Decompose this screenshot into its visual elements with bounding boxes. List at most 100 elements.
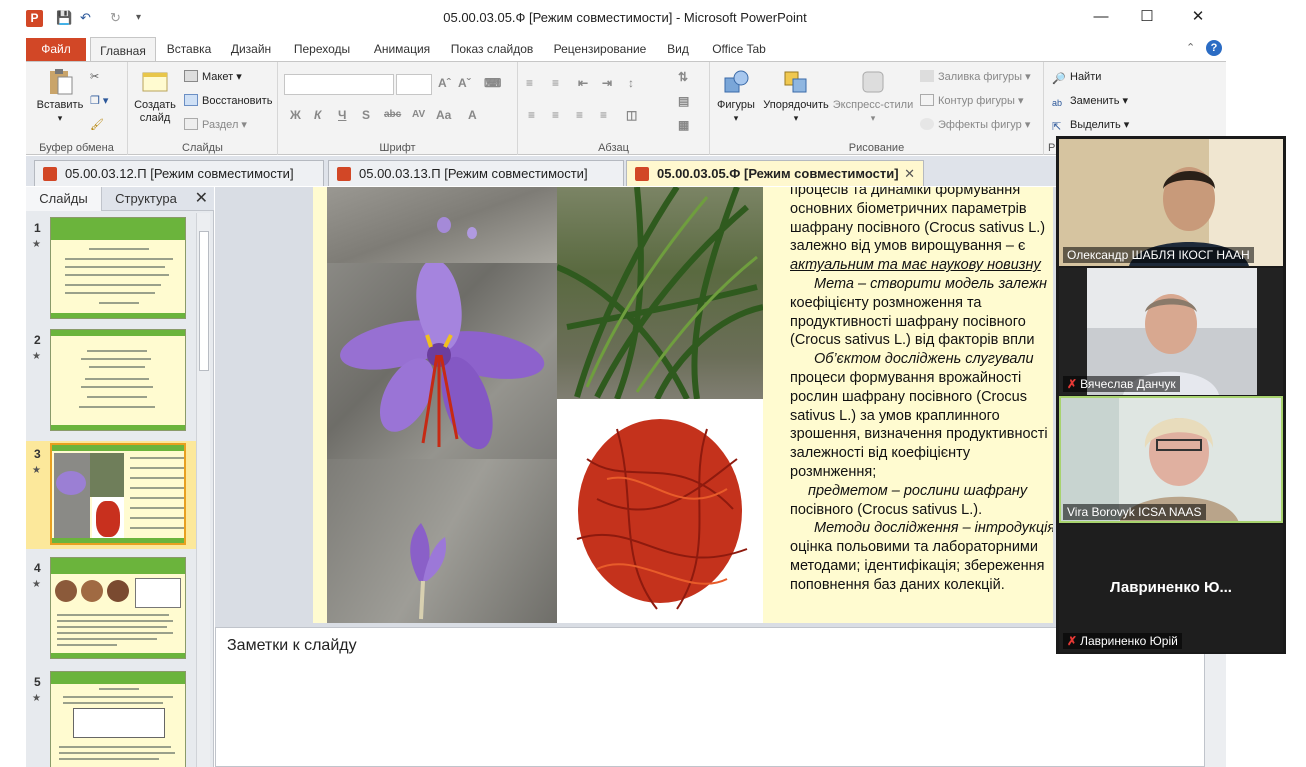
- layout-button[interactable]: Макет ▾: [184, 70, 242, 84]
- slide-thumbnail-selected[interactable]: 3 ★: [26, 441, 198, 549]
- slide-text-line: предметом – рослини шафрану: [808, 482, 1028, 499]
- redo-icon[interactable]: ↻: [110, 10, 121, 26]
- new-slide-button[interactable]: Создать слайд: [130, 68, 180, 125]
- tab-animation[interactable]: Анимация: [366, 36, 438, 62]
- italic-icon[interactable]: К: [314, 108, 321, 122]
- undo-icon[interactable]: ↶: [80, 10, 91, 26]
- ribbon-collapse-icon[interactable]: ⌃: [1186, 41, 1195, 54]
- shape-fill-button[interactable]: Заливка фигуры ▾: [920, 70, 1031, 84]
- case-icon[interactable]: Aa: [436, 108, 451, 122]
- participant-name: Олександр ШАБЛЯ ІКОСГ НААН: [1063, 247, 1254, 263]
- quick-styles-icon: [862, 71, 884, 93]
- doc-tab-2[interactable]: 05.00.03.13.П [Режим совместимости]: [328, 160, 624, 186]
- line-spacing-icon[interactable]: ↕: [628, 76, 634, 90]
- powerpoint-app-icon[interactable]: P: [26, 10, 43, 27]
- find-button[interactable]: 🔎 Найти: [1052, 70, 1101, 85]
- reset-button[interactable]: Восстановить: [184, 94, 272, 108]
- select-button[interactable]: ⇱ Выделить ▾: [1052, 118, 1129, 133]
- numbering-icon[interactable]: ≡: [552, 76, 559, 90]
- tab-insert[interactable]: Вставка: [160, 36, 218, 62]
- slide-text-line: актуальним та має наукову новизну: [790, 257, 1041, 274]
- text-direction-icon[interactable]: ⇅: [678, 70, 688, 84]
- bullets-icon[interactable]: ≡: [526, 76, 533, 90]
- quick-styles-button[interactable]: Экспресс-стили ▾: [832, 68, 914, 125]
- tab-view[interactable]: Вид: [660, 36, 696, 62]
- tab-transitions[interactable]: Переходы: [286, 36, 358, 62]
- underline-icon[interactable]: Ч: [338, 108, 346, 122]
- copy-icon[interactable]: ❐ ▾: [90, 94, 108, 108]
- muted-mic-icon: ✗: [1067, 634, 1078, 648]
- format-painter-icon[interactable]: 🖌: [90, 118, 104, 132]
- participant-tile[interactable]: Лавриненко Ю... ✗ Лавриненко Юрій: [1059, 525, 1283, 652]
- slide-text-line: залежності від коефіцієнту: [790, 445, 971, 462]
- shape-outline-button[interactable]: Контур фигуры ▾: [920, 94, 1024, 108]
- align-text-icon[interactable]: ▤: [678, 94, 689, 108]
- slide-text-line: коефіцієнту розмноження та: [790, 294, 982, 311]
- shapes-button[interactable]: Фигуры ▾: [712, 68, 760, 125]
- minimize-button[interactable]: —: [1079, 6, 1123, 30]
- decrease-indent-icon[interactable]: ⇤: [578, 76, 588, 90]
- align-center-icon[interactable]: ≡: [552, 108, 559, 122]
- pptx-icon: [43, 167, 57, 181]
- justify-icon[interactable]: ≡: [600, 108, 607, 122]
- tab-slides[interactable]: Слайды: [26, 187, 102, 211]
- shadow-icon[interactable]: S: [362, 108, 370, 122]
- muted-mic-icon: ✗: [1067, 377, 1078, 391]
- clear-format-icon[interactable]: ⌨: [484, 76, 501, 90]
- doc-tab-3[interactable]: 05.00.03.05.Ф [Режим совместимости] ✕: [626, 160, 924, 186]
- section-button[interactable]: Раздел ▾: [184, 118, 247, 132]
- cut-icon[interactable]: ✂: [90, 70, 99, 84]
- participant-tile-speaking[interactable]: Vira Borovyk ICSA NAAS: [1059, 396, 1283, 523]
- increase-indent-icon[interactable]: ⇥: [602, 76, 612, 90]
- replace-button[interactable]: ab Заменить ▾: [1052, 94, 1128, 108]
- help-icon[interactable]: ?: [1206, 40, 1222, 56]
- align-right-icon[interactable]: ≡: [576, 108, 583, 122]
- align-left-icon[interactable]: ≡: [528, 108, 535, 122]
- slide-thumbnail[interactable]: 4 ★: [26, 555, 198, 663]
- shape-effects-button[interactable]: Эффекты фигур ▾: [920, 118, 1030, 132]
- close-tab-icon[interactable]: ✕: [904, 161, 915, 186]
- slide-thumbnail[interactable]: 2 ★: [26, 327, 198, 435]
- ribbon: Вставить ▾ ✂ ❐ ▾ 🖌 Буфер обмена Создать с…: [26, 61, 1226, 155]
- shapes-icon: [724, 70, 749, 93]
- doc-tab-1[interactable]: 05.00.03.12.П [Режим совместимости]: [34, 160, 324, 186]
- maximize-button[interactable]: ☐: [1125, 6, 1169, 30]
- current-slide[interactable]: процесів та динаміки формування основних…: [313, 187, 1053, 623]
- thumbnails-scrollbar[interactable]: [196, 213, 210, 767]
- animation-star-icon: ★: [32, 579, 41, 590]
- tab-slideshow[interactable]: Показ слайдов: [446, 36, 538, 62]
- slide-thumbnail[interactable]: 5 ★: [26, 669, 198, 767]
- grow-font-icon[interactable]: Aˆ: [438, 76, 451, 90]
- slide-text-body[interactable]: процесів та динаміки формування основних…: [790, 187, 1053, 595]
- save-icon[interactable]: 💾: [56, 10, 72, 26]
- slides-panel: Слайды Структура ✕ 1 ★ 2 ★ 3 ★ 4 ★ 5 ★: [26, 187, 214, 767]
- slide-text-line: оцінка польовими та лабораторними: [790, 539, 1038, 556]
- close-panel-icon[interactable]: ✕: [195, 188, 208, 208]
- tab-file[interactable]: Файл: [26, 38, 86, 61]
- pptx-icon: [337, 167, 351, 181]
- font-family-select[interactable]: [284, 74, 394, 95]
- qat-customize-icon[interactable]: ▾: [136, 10, 141, 26]
- tab-review[interactable]: Рецензирование: [548, 36, 652, 62]
- paste-button[interactable]: Вставить ▾: [30, 68, 90, 125]
- columns-icon[interactable]: ◫: [626, 108, 637, 122]
- slide-thumbnail[interactable]: 1 ★: [26, 215, 198, 323]
- scrollbar-thumb[interactable]: [199, 231, 209, 371]
- shrink-font-icon[interactable]: Aˇ: [458, 76, 471, 90]
- bold-icon[interactable]: Ж: [290, 108, 301, 122]
- tab-structure[interactable]: Структура: [106, 187, 186, 211]
- smartart-icon[interactable]: ▦: [678, 118, 689, 132]
- strikethrough-icon[interactable]: abc: [384, 108, 401, 122]
- spacing-icon[interactable]: AV: [412, 108, 425, 122]
- participant-tile[interactable]: ✗ Вячеслав Данчук: [1059, 268, 1283, 395]
- tab-design[interactable]: Дизайн: [224, 36, 278, 62]
- arrange-button[interactable]: Упорядочить ▾: [760, 68, 832, 125]
- close-button[interactable]: ✕: [1176, 6, 1220, 30]
- participant-center-label: Лавриненко Ю...: [1110, 579, 1232, 596]
- tab-office-tab[interactable]: Office Tab: [704, 36, 774, 62]
- font-color-icon[interactable]: A: [468, 108, 477, 122]
- participant-tile[interactable]: Олександр ШАБЛЯ ІКОСГ НААН: [1059, 139, 1283, 266]
- slide-text-line: sativus L.) за умов краплинного: [790, 407, 1000, 424]
- font-size-select[interactable]: [396, 74, 432, 95]
- tab-home[interactable]: Главная: [90, 37, 156, 63]
